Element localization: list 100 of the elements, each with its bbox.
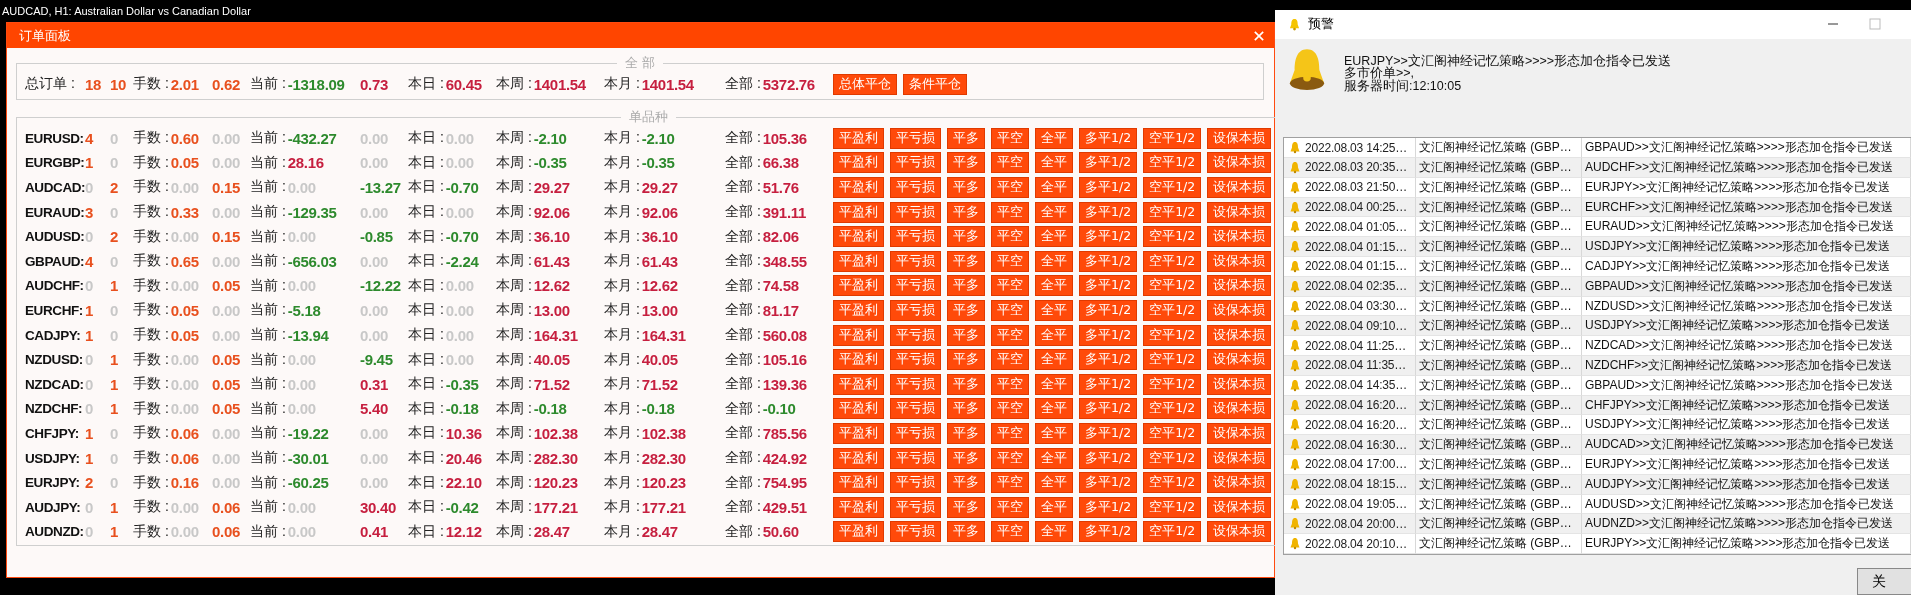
- action-button[interactable]: 设保本损: [1207, 275, 1272, 297]
- action-button[interactable]: 多平1/2: [1079, 152, 1138, 174]
- action-button[interactable]: 设保本损: [1207, 226, 1272, 248]
- action-button[interactable]: 平盈利: [833, 349, 884, 371]
- action-button[interactable]: 多平1/2: [1079, 275, 1138, 297]
- action-button[interactable]: 平亏损: [890, 275, 941, 297]
- action-button[interactable]: 多平1/2: [1079, 422, 1138, 444]
- list-row[interactable]: 2022.08.03 20:35… 文汇阁神经记忆策略 (GBP… AUDCHF>>文汇阁神经记忆策略>>>>形态加仓指令已发送: [1284, 158, 1911, 178]
- action-button[interactable]: 平空: [991, 496, 1029, 518]
- action-button[interactable]: 空平1/2: [1143, 250, 1202, 272]
- action-button[interactable]: 全平: [1035, 398, 1073, 420]
- action-button[interactable]: 空平1/2: [1143, 472, 1202, 494]
- action-button[interactable]: 全平: [1035, 349, 1073, 371]
- action-button[interactable]: 平盈利: [833, 177, 884, 198]
- list-row[interactable]: 2022.08.04 01:15… 文汇阁神经记忆策略 (GBP… CADJPY>>文汇阁神经记忆策略>>>>形态加仓指令已发送: [1284, 257, 1911, 277]
- list-row[interactable]: 2022.08.04 20:00… 文汇阁神经记忆策略 (GBP… AUDNZD>>文汇阁神经记忆策略>>>>形态加仓指令已发送: [1284, 514, 1911, 535]
- list-row[interactable]: 2022.08.04 16:30… 文汇阁神经记忆策略 (GBP… AUDCAD>>文汇阁神经记忆策略>>>>形态加仓指令已发送: [1284, 435, 1911, 455]
- action-button[interactable]: 多平1/2: [1079, 373, 1138, 395]
- action-button[interactable]: 平盈利: [833, 299, 884, 321]
- action-button[interactable]: 平多: [947, 422, 985, 444]
- action-button[interactable]: 平亏损: [890, 373, 941, 395]
- action-button[interactable]: 多平1/2: [1079, 299, 1138, 321]
- action-button[interactable]: 平盈利: [833, 496, 884, 518]
- action-button[interactable]: 设保本损: [1207, 177, 1272, 198]
- action-button[interactable]: 设保本损: [1207, 422, 1272, 444]
- action-button[interactable]: 空平1/2: [1143, 127, 1202, 149]
- action-button[interactable]: 空平1/2: [1143, 177, 1202, 198]
- action-button[interactable]: 平亏损: [890, 447, 941, 469]
- action-button[interactable]: 平亏损: [890, 127, 941, 149]
- action-button[interactable]: 全平: [1035, 275, 1073, 297]
- list-row[interactable]: 2022.08.04 00:25… 文汇阁神经记忆策略 (GBP… EURCHF>>文汇阁神经记忆策略>>>>形态加仓指令已发送: [1284, 197, 1911, 218]
- action-button[interactable]: 平盈利: [833, 226, 884, 248]
- list-row[interactable]: 2022.08.04 02:35… 文汇阁神经记忆策略 (GBP… GBPAUD>>文汇阁神经记忆策略>>>>形态加仓指令已发送: [1284, 276, 1911, 297]
- action-button[interactable]: 全平: [1035, 521, 1073, 543]
- action-button[interactable]: 平亏损: [890, 201, 941, 223]
- action-button[interactable]: 平空: [991, 373, 1029, 395]
- action-button[interactable]: 平空: [991, 398, 1029, 420]
- list-row[interactable]: 2022.08.03 21:50… 文汇阁神经记忆策略 (GBP… EURJPY>>文汇阁神经记忆策略>>>>形态加仓指令已发送: [1284, 177, 1911, 198]
- action-button[interactable]: 平空: [991, 201, 1029, 223]
- action-button[interactable]: 全平: [1035, 472, 1073, 494]
- action-button[interactable]: 全平: [1035, 496, 1073, 518]
- action-button[interactable]: 平盈利: [833, 275, 884, 297]
- action-button[interactable]: 设保本损: [1207, 201, 1272, 223]
- action-button[interactable]: 空平1/2: [1143, 373, 1202, 395]
- action-button[interactable]: 平空: [991, 447, 1029, 469]
- action-button[interactable]: 全平: [1035, 299, 1073, 321]
- action-button[interactable]: 平空: [991, 127, 1029, 149]
- action-button[interactable]: 平盈利: [833, 324, 884, 346]
- action-button[interactable]: 平盈利: [833, 201, 884, 223]
- action-button[interactable]: 平多: [947, 324, 985, 346]
- action-button[interactable]: 多平1/2: [1079, 447, 1138, 469]
- list-row[interactable]: 2022.08.04 03:30… 文汇阁神经记忆策略 (GBP… NZDUSD>>文汇阁神经记忆策略>>>>形态加仓指令已发送: [1284, 296, 1911, 317]
- list-row[interactable]: 2022.08.04 20:10… 文汇阁神经记忆策略 (GBP… EURJPY>>文汇阁神经记忆策略>>>>形态加仓指令已发送: [1284, 534, 1911, 554]
- list-row[interactable]: 2022.08.04 14:35… 文汇阁神经记忆策略 (GBP… GBPAUD>>文汇阁神经记忆策略>>>>形态加仓指令已发送: [1284, 375, 1911, 396]
- action-button[interactable]: 空平1/2: [1143, 349, 1202, 371]
- action-button[interactable]: 空平1/2: [1143, 201, 1202, 223]
- action-button[interactable]: 平空: [991, 422, 1029, 444]
- action-button[interactable]: 平多: [947, 521, 985, 543]
- action-button[interactable]: 空平1/2: [1143, 152, 1202, 174]
- action-button[interactable]: 全平: [1035, 177, 1073, 198]
- action-button[interactable]: 平多: [947, 472, 985, 494]
- action-button[interactable]: 平多: [947, 299, 985, 321]
- list-row[interactable]: 2022.08.04 17:00… 文汇阁神经记忆策略 (GBP… EURJPY>>文汇阁神经记忆策略>>>>形态加仓指令已发送: [1284, 455, 1911, 475]
- action-button[interactable]: 平多: [947, 496, 985, 518]
- action-button[interactable]: 多平1/2: [1079, 398, 1138, 420]
- action-button[interactable]: 平多: [947, 152, 985, 174]
- action-button[interactable]: 设保本损: [1207, 349, 1272, 371]
- action-button[interactable]: 空平1/2: [1143, 275, 1202, 297]
- action-button[interactable]: 设保本损: [1207, 447, 1272, 469]
- action-button[interactable]: 平空: [991, 472, 1029, 494]
- action-button[interactable]: 设保本损: [1207, 324, 1272, 346]
- action-button[interactable]: 平多: [947, 349, 985, 371]
- list-row[interactable]: 2022.08.04 19:05… 文汇阁神经记忆策略 (GBP… AUDUSD>>文汇阁神经记忆策略>>>>形态加仓指令已发送: [1284, 494, 1911, 515]
- action-button[interactable]: 空平1/2: [1143, 447, 1202, 469]
- action-button[interactable]: 多平1/2: [1079, 324, 1138, 346]
- action-button[interactable]: 平空: [991, 275, 1029, 297]
- action-button[interactable]: 多平1/2: [1079, 201, 1138, 223]
- action-button[interactable]: 平多: [947, 275, 985, 297]
- list-row[interactable]: 2022.08.03 14:25… 文汇阁神经记忆策略 (GBP… GBPAUD>>文汇阁神经记忆策略>>>>形态加仓指令已发送: [1284, 138, 1911, 159]
- action-button[interactable]: 多平1/2: [1079, 177, 1138, 198]
- list-row[interactable]: 2022.08.04 09:10… 文汇阁神经记忆策略 (GBP… USDJPY>>文汇阁神经记忆策略>>>>形态加仓指令已发送: [1284, 316, 1911, 337]
- action-button[interactable]: 总体平仓: [833, 73, 897, 95]
- action-button[interactable]: 平多: [947, 201, 985, 223]
- action-button[interactable]: 多平1/2: [1079, 127, 1138, 149]
- action-button[interactable]: 平多: [947, 373, 985, 395]
- action-button[interactable]: 平亏损: [890, 299, 941, 321]
- action-button[interactable]: 设保本损: [1207, 127, 1272, 149]
- action-button[interactable]: 空平1/2: [1143, 299, 1202, 321]
- action-button[interactable]: 多平1/2: [1079, 250, 1138, 272]
- action-button[interactable]: 平盈利: [833, 250, 884, 272]
- action-button[interactable]: 设保本损: [1207, 250, 1272, 272]
- action-button[interactable]: 全平: [1035, 226, 1073, 248]
- list-row[interactable]: 2022.08.04 01:05… 文汇阁神经记忆策略 (GBP… EURAUD>>文汇阁神经记忆策略>>>>形态加仓指令已发送: [1284, 217, 1911, 238]
- action-button[interactable]: 设保本损: [1207, 496, 1272, 518]
- action-button[interactable]: 平亏损: [890, 250, 941, 272]
- action-button[interactable]: 平盈利: [833, 447, 884, 469]
- action-button[interactable]: 全平: [1035, 324, 1073, 346]
- action-button[interactable]: 平空: [991, 177, 1029, 198]
- action-button[interactable]: 平亏损: [890, 152, 941, 174]
- action-button[interactable]: 平亏损: [890, 398, 941, 420]
